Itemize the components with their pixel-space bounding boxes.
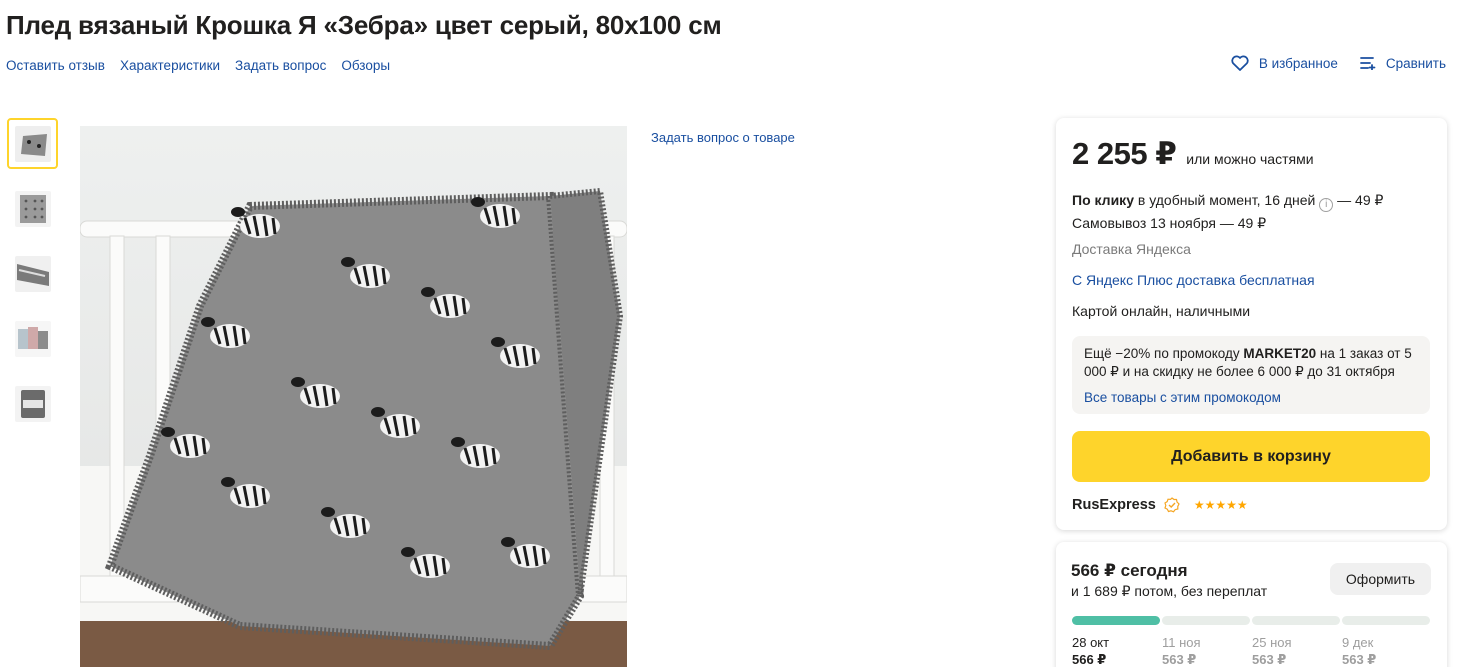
promo-code: MARKET20 [1243, 346, 1317, 361]
ask-product-question-link[interactable]: Задать вопрос о товаре [651, 130, 795, 145]
thumbnail-list [7, 118, 58, 429]
promo-text-before: Ещё −20% по промокоду [1084, 346, 1240, 361]
delivery-courier-bold: По клику [1072, 192, 1134, 208]
delivery-courier: По клику в удобный момент, 16 дней i — 4… [1072, 192, 1383, 212]
payment-methods: Картой онлайн, наличными [1072, 303, 1251, 319]
split-schedule: 28 окт 566 ₽ 11 ноя 563 ₽ 25 ноя 563 ₽ 9… [1072, 634, 1432, 667]
payment-date: 9 дек [1342, 635, 1374, 650]
page-title: Плед вязаный Крошка Я «Зебра» цвет серый… [6, 10, 722, 40]
split-progress [1072, 616, 1430, 625]
promo-products-link[interactable]: Все товары с этим промокодом [1084, 389, 1418, 407]
verified-seller-icon [1164, 497, 1180, 513]
price: 2 255 ₽ [1072, 136, 1177, 171]
plus-delivery-link[interactable]: С Яндекс Плюс доставка бесплатная [1072, 272, 1315, 288]
payment-bar [1252, 616, 1340, 625]
product-nav: Оставить отзыв Характеристики Задать воп… [6, 58, 390, 73]
blanket-thumbnail-image [14, 190, 51, 227]
info-icon[interactable]: i [1319, 198, 1334, 212]
split-later-amount: и 1 689 ₽ потом, без переплат [1071, 583, 1268, 599]
thumbnail[interactable] [7, 313, 58, 364]
payment-item: 25 ноя 563 ₽ [1252, 634, 1342, 667]
add-to-cart-button[interactable]: Добавить в корзину [1072, 431, 1430, 482]
ask-question-link[interactable]: Задать вопрос [235, 58, 326, 73]
delivery-pickup: Самовывоз 13 ноября — 49 ₽ [1072, 215, 1267, 231]
payment-bar [1072, 616, 1160, 625]
blanket-thumbnail-image [14, 255, 51, 292]
payment-amount: 563 ₽ [1342, 652, 1377, 667]
compare-button[interactable]: Сравнить [1359, 55, 1446, 71]
blanket-thumbnail-image [14, 125, 51, 162]
payment-item: 9 дек 563 ₽ [1342, 634, 1432, 667]
split-payment-card: 566 ₽ сегодня и 1 689 ₽ потом, без переп… [1056, 542, 1447, 667]
thumbnail[interactable] [7, 183, 58, 234]
payment-amount: 563 ₽ [1162, 652, 1197, 667]
payment-amount: 563 ₽ [1252, 652, 1287, 667]
payment-item: 28 окт 566 ₽ [1072, 634, 1162, 667]
payment-item: 11 ноя 563 ₽ [1162, 634, 1252, 667]
zebra-blanket-photo [80, 126, 627, 667]
blanket-thumbnail-image [14, 320, 51, 357]
payment-amount: 566 ₽ [1072, 652, 1107, 667]
thumbnail[interactable] [7, 248, 58, 299]
price-row: 2 255 ₽ или можно частями [1072, 136, 1314, 172]
price-installments-note: или можно частями [1186, 151, 1314, 167]
heart-icon [1231, 55, 1249, 71]
split-today-amount: 566 ₽ сегодня [1071, 561, 1188, 580]
favorite-label: В избранное [1258, 55, 1338, 71]
compare-label: Сравнить [1385, 55, 1446, 71]
top-actions: В избранное Сравнить [1231, 55, 1446, 71]
blanket-thumbnail-image [14, 385, 51, 422]
leave-review-link[interactable]: Оставить отзыв [6, 58, 105, 73]
promo-box: Ещё −20% по промокоду MARKET20 на 1 зака… [1072, 336, 1430, 414]
promo-text: Ещё −20% по промокоду MARKET20 на 1 зака… [1084, 345, 1418, 381]
delivery-provider: Доставка Яндекса [1072, 241, 1191, 257]
thumbnail[interactable] [7, 378, 58, 429]
seller-row: RusExpress ★★★★★ [1072, 497, 1248, 513]
payment-date: 11 ноя [1162, 635, 1201, 650]
delivery-courier-text: в удобный момент, 16 дней [1137, 192, 1316, 208]
payment-date: 25 ноя [1252, 635, 1292, 650]
delivery-courier-price: — 49 ₽ [1337, 192, 1384, 208]
thumbnail[interactable] [7, 118, 58, 169]
specifications-link[interactable]: Характеристики [120, 58, 220, 73]
seller-name[interactable]: RusExpress [1072, 497, 1156, 513]
split-checkout-button[interactable]: Оформить [1330, 563, 1431, 595]
product-main-image[interactable] [80, 126, 627, 667]
favorite-button[interactable]: В избранное [1231, 55, 1338, 71]
buy-box: 2 255 ₽ или можно частями По клику в удо… [1056, 118, 1447, 530]
payment-bar [1342, 616, 1430, 625]
payment-date: 28 окт [1072, 635, 1110, 650]
compare-icon [1359, 57, 1376, 70]
rating-stars: ★★★★★ [1193, 498, 1248, 512]
payment-bar [1162, 616, 1250, 625]
reviews-link[interactable]: Обзоры [341, 58, 390, 73]
